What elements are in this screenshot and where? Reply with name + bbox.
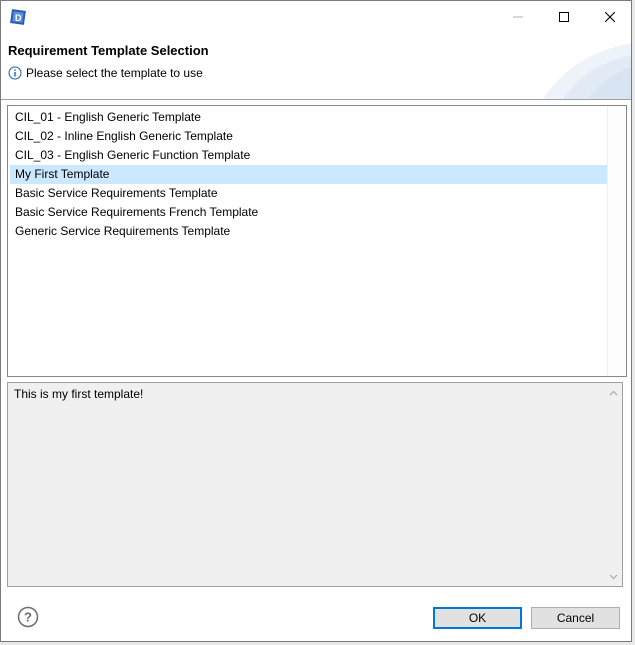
minimize-icon: [513, 16, 523, 18]
title-bar: D: [1, 1, 631, 33]
ok-button[interactable]: OK: [433, 607, 522, 629]
info-icon: [8, 66, 22, 80]
app-logo-icon: D: [10, 9, 26, 25]
dialog-header: Requirement Template Selection Please se…: [1, 33, 631, 100]
description-scrollbar[interactable]: [605, 383, 622, 586]
close-button[interactable]: [587, 1, 633, 33]
help-icon[interactable]: ?: [17, 606, 39, 628]
svg-text:?: ?: [24, 610, 32, 625]
scroll-down-arrow-icon[interactable]: [609, 572, 618, 581]
maximize-icon: [559, 12, 569, 22]
svg-text:D: D: [15, 13, 22, 23]
description-area[interactable]: This is my first template!: [7, 382, 623, 587]
header-banner-decoration: [543, 43, 631, 99]
cancel-button[interactable]: Cancel: [531, 607, 620, 629]
header-message: Please select the template to use: [8, 66, 203, 80]
maximize-button[interactable]: [541, 1, 587, 33]
close-icon: [605, 12, 615, 22]
list-item-selected[interactable]: My First Template: [10, 165, 607, 184]
list-item[interactable]: CIL_02 - Inline English Generic Template: [10, 127, 607, 146]
header-message-text: Please select the template to use: [26, 66, 203, 80]
list-item[interactable]: CIL_01 - English Generic Template: [10, 108, 607, 127]
minimize-button[interactable]: [495, 1, 541, 33]
header-title: Requirement Template Selection: [8, 43, 209, 58]
list-item[interactable]: Generic Service Requirements Template: [10, 222, 607, 241]
list-item[interactable]: Basic Service Requirements Template: [10, 184, 607, 203]
description-text: This is my first template!: [14, 387, 144, 401]
template-list[interactable]: CIL_01 - English Generic Template CIL_02…: [7, 105, 627, 377]
template-selection-dialog: D Requirement Template Selection Please …: [0, 0, 632, 642]
list-scrollbar[interactable]: [607, 106, 626, 376]
list-item[interactable]: Basic Service Requirements French Templa…: [10, 203, 607, 222]
list-item[interactable]: CIL_03 - English Generic Function Templa…: [10, 146, 607, 165]
scroll-up-arrow-icon[interactable]: [609, 389, 618, 398]
